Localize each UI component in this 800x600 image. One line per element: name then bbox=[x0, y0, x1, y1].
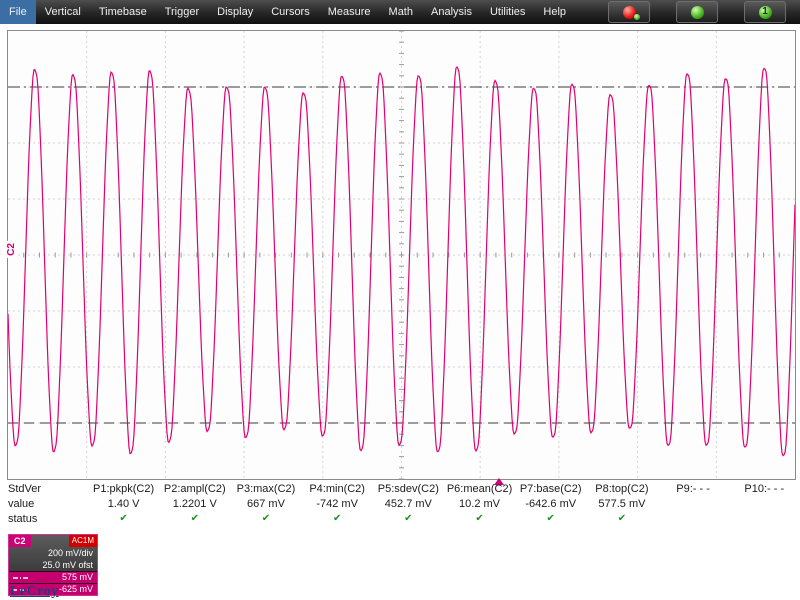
measure-status-p2: ✔ bbox=[190, 513, 199, 524]
channel-name-tab[interactable]: C2 bbox=[9, 535, 31, 547]
measurement-row-status: status ✔ ✔ ✔ ✔ ✔ ✔ ✔ ✔ bbox=[0, 511, 800, 526]
menu-item-measure[interactable]: Measure bbox=[319, 0, 380, 24]
measure-value-p4: -742 mV bbox=[316, 497, 358, 510]
menu-item-analysis[interactable]: Analysis bbox=[422, 0, 481, 24]
menu-item-cursors[interactable]: Cursors bbox=[262, 0, 319, 24]
base-level-value: -625 mV bbox=[58, 584, 93, 594]
measure-header-p7[interactable]: P7:base(C2) bbox=[515, 483, 586, 495]
measurement-row-label-status: status bbox=[8, 512, 38, 525]
measure-status-p5: ✔ bbox=[404, 513, 413, 524]
menu-item-file[interactable]: File bbox=[0, 0, 36, 24]
measure-header-p10[interactable]: P10:- - - bbox=[729, 483, 800, 495]
menu-bar-items: File Vertical Timebase Trigger Display Cursor… bbox=[0, 0, 575, 24]
menu-bar: File Vertical Timebase Trigger Display Cursor… bbox=[0, 0, 800, 24]
menu-item-trigger[interactable]: Trigger bbox=[156, 0, 208, 24]
measure-status-p6: ✔ bbox=[475, 513, 484, 524]
measurement-row-label-value: value bbox=[8, 497, 35, 510]
measure-status-p4: ✔ bbox=[332, 513, 342, 524]
coupling-badge: AC1M bbox=[68, 535, 97, 547]
channel-one-badge: 1 bbox=[762, 6, 768, 17]
volts-per-div-label: 200 mV/div bbox=[47, 548, 93, 558]
top-level-value: 575 mV bbox=[61, 572, 93, 582]
measure-value-p7: -642.6 mV bbox=[525, 497, 577, 510]
graticule-grid bbox=[8, 31, 795, 479]
measure-header-p2[interactable]: P2:ampl(C2) bbox=[159, 483, 230, 495]
measurement-table: StdVer P1:pkpk(C2) P2:ampl(C2) P3:max(C2) P4… bbox=[0, 481, 800, 526]
menu-item-display[interactable]: Display bbox=[208, 0, 262, 24]
utility-green-orb-button[interactable] bbox=[676, 1, 718, 23]
measurement-row-header: StdVer P1:pkpk(C2) P2:ampl(C2) P3:max(C2) P4… bbox=[0, 481, 800, 496]
measure-value-p8: 577.5 mV bbox=[598, 497, 646, 510]
measure-header-p8[interactable]: P8:top(C2) bbox=[586, 483, 657, 495]
measure-value-p1: 1.40 V bbox=[107, 497, 140, 510]
menu-item-math[interactable]: Math bbox=[380, 0, 422, 24]
utility-red-orb-button[interactable] bbox=[608, 1, 650, 23]
menu-item-timebase[interactable]: Timebase bbox=[90, 0, 156, 24]
menu-item-help[interactable]: Help bbox=[534, 0, 575, 24]
small-green-dot-icon bbox=[634, 14, 640, 20]
measure-header-p4[interactable]: P4:min(C2) bbox=[302, 483, 373, 495]
offset-label: 25.0 mV ofst bbox=[42, 560, 93, 570]
measure-header-p5[interactable]: P5:sdev(C2) bbox=[373, 483, 444, 495]
measure-header-p3[interactable]: P3:max(C2) bbox=[230, 483, 301, 495]
measure-status-p1: ✔ bbox=[119, 513, 128, 524]
measure-value-p5: 452.7 mV bbox=[384, 497, 432, 510]
waveform-plot[interactable]: C2 bbox=[4, 30, 796, 485]
measure-header-p1[interactable]: P1:pkpk(C2) bbox=[88, 483, 159, 495]
menu-bar-icons: 1 bbox=[608, 1, 800, 23]
measure-value-p3: 667 mV bbox=[247, 497, 285, 510]
measure-value-p6: 10.2 mV bbox=[459, 497, 501, 510]
measure-value-p2: 1.2201 V bbox=[172, 497, 217, 510]
top-level-row: 575 mV bbox=[9, 571, 97, 583]
menu-item-vertical[interactable]: Vertical bbox=[36, 0, 90, 24]
measurement-row-value: value 1.40 V 1.2201 V 667 mV -742 mV 452.7 mV… bbox=[0, 496, 800, 511]
lecroy-logo: LeCroy bbox=[10, 584, 59, 599]
green-orb-one-icon: 1 bbox=[758, 5, 772, 19]
channel-box-header: C2 AC1M bbox=[9, 535, 97, 547]
dash-dot-line-icon bbox=[13, 576, 29, 579]
waveform-display bbox=[8, 31, 795, 479]
measure-header-p9[interactable]: P9:- - - bbox=[658, 483, 729, 495]
green-orb-icon bbox=[690, 5, 704, 19]
measure-status-p7: ✔ bbox=[546, 513, 555, 524]
menu-item-utilities[interactable]: Utilities bbox=[481, 0, 534, 24]
measure-status-p8: ✔ bbox=[617, 513, 627, 524]
channel-one-status-button[interactable]: 1 bbox=[744, 1, 786, 23]
measurement-row-label-header: StdVer bbox=[8, 482, 42, 495]
measure-status-p3: ✔ bbox=[261, 513, 271, 524]
channel-axis-label: C2 bbox=[4, 241, 18, 258]
measure-header-p6[interactable]: P6:mean(C2) bbox=[444, 483, 515, 495]
